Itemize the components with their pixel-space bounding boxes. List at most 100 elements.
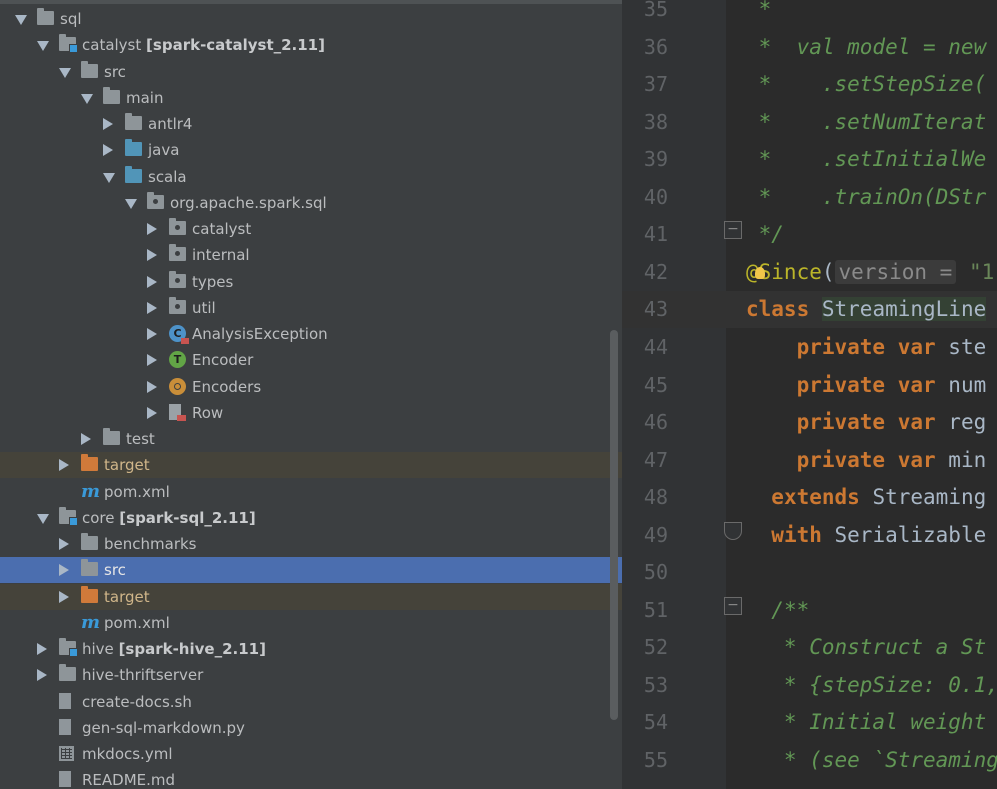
tree-row[interactable]: internal (0, 242, 622, 268)
code-line[interactable]: 38 * .setNumIterat (622, 104, 997, 141)
code-text[interactable]: private var min (746, 442, 987, 479)
code-text[interactable]: * Construct a St (746, 629, 986, 666)
code-editor[interactable]: 35 * 36 * val model = new 37 * .setStepSiz… (622, 0, 997, 789)
tree-row[interactable]: m pom.xml (0, 479, 622, 505)
code-line[interactable]: 42 @Since(version = "1. (622, 254, 997, 291)
code-line[interactable]: 40 * .trainOn(DStr (622, 179, 997, 216)
code-text[interactable]: /** (746, 592, 809, 629)
code-line[interactable]: 44 private var ste (622, 329, 997, 366)
expand-arrow-right-icon[interactable] (59, 564, 69, 577)
expand-arrow-right-icon[interactable] (147, 301, 157, 314)
code-text[interactable]: extends Streaming (746, 479, 986, 516)
tree-row[interactable]: sql (0, 6, 622, 32)
tree-row[interactable]: README.md (0, 767, 622, 789)
tree-row[interactable]: m pom.xml (0, 610, 622, 636)
code-text[interactable]: with Serializable (746, 517, 986, 554)
code-text[interactable]: @Since(version = "1. (746, 254, 997, 291)
expand-arrow-right-icon[interactable] (147, 380, 157, 393)
code-line[interactable]: 46 private var reg (622, 404, 997, 441)
code-text[interactable]: * (see `Streaming (746, 742, 997, 779)
tree-row[interactable]: mkdocs.yml (0, 741, 622, 767)
code-line[interactable]: 56 */ (622, 780, 997, 789)
code-line[interactable]: 35 * (622, 0, 997, 28)
tree-row[interactable]: T Encoder (0, 347, 622, 373)
expand-arrow-right-icon[interactable] (147, 249, 157, 262)
expand-arrow-right-icon[interactable] (59, 538, 69, 550)
code-line[interactable]: 55 * (see `Streaming (622, 742, 997, 779)
expand-arrow-right-icon[interactable] (147, 328, 157, 340)
code-line[interactable]: 52 * Construct a St (622, 629, 997, 666)
expand-arrow-right-icon[interactable] (103, 144, 113, 157)
code-line[interactable]: 37 * .setStepSize( (622, 66, 997, 103)
code-text[interactable]: */ (746, 780, 809, 789)
code-line[interactable]: 41 */ (622, 216, 997, 253)
tree-scrollbar[interactable] (610, 330, 618, 720)
code-text[interactable]: * (746, 0, 772, 28)
code-text[interactable]: private var ste (746, 329, 987, 366)
expand-arrow-right-icon[interactable] (81, 433, 91, 445)
expand-arrow-right-icon[interactable] (37, 669, 47, 682)
expand-arrow-right-icon[interactable] (103, 118, 113, 130)
tree-row[interactable]: org.apache.spark.sql (0, 190, 622, 216)
code-line[interactable]: 54 * Initial weight (622, 704, 997, 741)
tree-row[interactable]: Encoders (0, 374, 622, 400)
code-line[interactable]: 45 private var num (622, 367, 997, 404)
tree-row[interactable]: core [spark-sql_2.11] (0, 505, 622, 531)
code-text[interactable]: class StreamingLine (746, 291, 987, 328)
tree-row[interactable]: types (0, 269, 622, 295)
code-text[interactable]: * Initial weight (746, 704, 986, 741)
expand-arrow-down-icon[interactable] (37, 513, 49, 524)
code-line[interactable]: 36 * val model = new (622, 29, 997, 66)
tree-row[interactable]: scala (0, 164, 622, 190)
expand-arrow-down-icon[interactable] (37, 41, 49, 52)
expand-arrow-right-icon[interactable] (147, 275, 157, 288)
tree-row[interactable]: hive [spark-hive_2.11] (0, 636, 622, 662)
expand-arrow-down-icon[interactable] (15, 15, 27, 25)
code-line[interactable]: 48 extends Streaming (622, 479, 997, 516)
code-line[interactable]: 39 * .setInitialWe (622, 141, 997, 178)
code-text[interactable]: */ (746, 216, 784, 253)
expand-arrow-down-icon[interactable] (103, 172, 115, 183)
tree-row[interactable]: gen-sql-markdown.py (0, 715, 622, 741)
code-line[interactable]: 50 (622, 554, 997, 591)
code-line[interactable]: 51 /** (622, 592, 997, 629)
code-text[interactable]: * .setInitialWe (746, 141, 987, 178)
code-line[interactable]: 53 * {stepSize: 0.1, (622, 667, 997, 704)
tree-row[interactable]: src (0, 557, 622, 584)
tree-row[interactable]: Row (0, 400, 622, 426)
tree-row[interactable]: main (0, 85, 622, 111)
expand-arrow-right-icon[interactable] (59, 590, 69, 603)
tree-row[interactable]: hive-thriftserver (0, 662, 622, 688)
tree-row[interactable]: target (0, 452, 622, 479)
expand-arrow-right-icon[interactable] (147, 223, 157, 235)
intention-bulb-icon[interactable] (755, 266, 765, 279)
code-line[interactable]: 49 with Serializable (622, 517, 997, 554)
code-line[interactable]: 43 class StreamingLine (622, 291, 997, 329)
tree-row[interactable]: create-docs.sh (0, 689, 622, 715)
code-text[interactable]: * .setStepSize( (746, 66, 987, 103)
code-text[interactable]: * .trainOn(DStr (746, 179, 987, 216)
fold-marker-icon[interactable]: − (724, 221, 742, 239)
tree-row[interactable]: test (0, 426, 622, 452)
tree-row[interactable]: catalyst (0, 216, 622, 242)
tree-row[interactable]: benchmarks (0, 531, 622, 557)
fold-marker-icon[interactable]: − (724, 597, 742, 615)
code-line[interactable]: 47 private var min (622, 442, 997, 479)
code-text[interactable]: private var num (746, 367, 987, 404)
expand-arrow-down-icon[interactable] (81, 93, 93, 104)
expand-arrow-right-icon[interactable] (59, 459, 69, 472)
tree-row[interactable]: antlr4 (0, 111, 622, 137)
tree-row[interactable]: src (0, 59, 622, 85)
tree-row[interactable]: util (0, 295, 622, 321)
expand-arrow-down-icon[interactable] (59, 67, 71, 78)
code-text[interactable]: * val model = new (746, 29, 987, 66)
code-text[interactable]: private var reg (746, 404, 987, 441)
tree-row[interactable]: java (0, 137, 622, 163)
expand-arrow-right-icon[interactable] (37, 643, 47, 655)
tree-row[interactable]: catalyst [spark-catalyst_2.11] (0, 32, 622, 58)
code-text[interactable]: * .setNumIterat (746, 104, 987, 141)
code-text[interactable]: * {stepSize: 0.1, (746, 667, 997, 704)
project-tree-panel[interactable]: sql catalyst [spark-catalyst_2.11] src main… (0, 0, 622, 789)
fold-marker-icon[interactable] (724, 522, 742, 540)
tree-row[interactable]: C AnalysisException (0, 321, 622, 347)
